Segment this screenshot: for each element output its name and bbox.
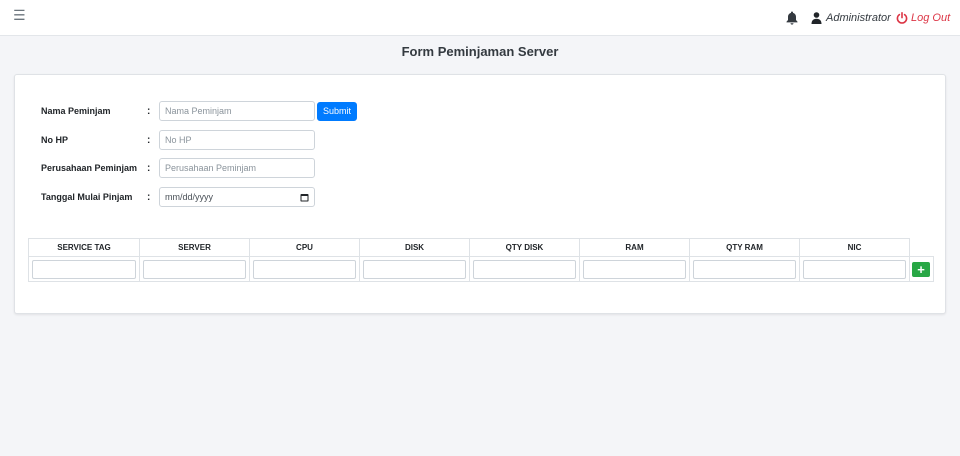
user-icon: [811, 12, 822, 24]
calendar-icon[interactable]: [300, 193, 309, 202]
cell-ram: [579, 256, 690, 282]
header-service-tag: SERVICE TAG: [28, 238, 140, 257]
qty-disk-input[interactable]: [473, 259, 576, 279]
tanggal-placeholder: mm/dd/yyyy: [165, 192, 214, 202]
top-navbar: ☰ Administrator Log Out: [0, 0, 960, 36]
user-menu[interactable]: Administrator: [811, 10, 891, 26]
cell-server: [139, 256, 250, 282]
nama-colon: :: [147, 105, 151, 117]
logout-label: Log Out: [911, 12, 951, 24]
bell-icon[interactable]: [786, 11, 798, 25]
cell-disk: [359, 256, 470, 282]
hp-row: No HP :: [41, 130, 315, 150]
header-nic: NIC: [799, 238, 910, 257]
nama-row: Nama Peminjam : Submit: [41, 101, 358, 121]
hamburger-menu-icon[interactable]: ☰: [13, 8, 26, 22]
table-header-row: SERVICE TAG SERVER CPU DISK QTY DISK RAM…: [28, 238, 934, 257]
cell-nic: [799, 256, 910, 282]
logout-link[interactable]: Log Out: [896, 10, 950, 26]
cell-qty-disk: [469, 256, 580, 282]
cell-qty-ram: [689, 256, 800, 282]
header-qty-ram: QTY RAM: [689, 238, 800, 257]
plus-icon: +: [917, 261, 925, 277]
header-action: [910, 239, 934, 257]
server-items-table: SERVICE TAG SERVER CPU DISK QTY DISK RAM…: [28, 238, 934, 282]
qty-ram-input[interactable]: [693, 259, 796, 279]
cell-service-tag: [28, 256, 140, 282]
tanggal-row: Tanggal Mulai Pinjam : mm/dd/yyyy: [41, 187, 315, 207]
cpu-input[interactable]: [253, 259, 356, 279]
perusahaan-colon: :: [147, 162, 151, 174]
add-row-button[interactable]: +: [912, 261, 930, 277]
header-disk: DISK: [359, 238, 470, 257]
tanggal-label: Tanggal Mulai Pinjam: [41, 192, 133, 202]
header-server: SERVER: [139, 238, 250, 257]
service-tag-input[interactable]: [32, 259, 136, 279]
hp-colon: :: [147, 134, 151, 146]
hp-input[interactable]: [159, 130, 315, 150]
tanggal-colon: :: [147, 191, 151, 203]
power-icon: [896, 12, 908, 24]
hp-label: No HP: [41, 135, 68, 145]
form-card: Nama Peminjam : Submit No HP : Perusahaa…: [14, 74, 946, 314]
ram-input[interactable]: [583, 259, 686, 279]
tanggal-date-input[interactable]: mm/dd/yyyy: [159, 187, 315, 207]
server-input[interactable]: [143, 259, 246, 279]
cell-action: +: [909, 256, 934, 282]
table-row: +: [28, 256, 934, 282]
perusahaan-input[interactable]: [159, 158, 315, 178]
header-qty-disk: QTY DISK: [469, 238, 580, 257]
nama-label: Nama Peminjam: [41, 106, 111, 116]
user-name: Administrator: [826, 12, 891, 24]
nic-input[interactable]: [803, 259, 906, 279]
submit-button[interactable]: Submit: [317, 101, 358, 121]
disk-input[interactable]: [363, 259, 466, 279]
perusahaan-label: Perusahaan Peminjam: [41, 163, 138, 173]
nama-input[interactable]: [159, 101, 315, 121]
page-title: Form Peminjaman Server: [401, 44, 559, 59]
header-ram: RAM: [579, 238, 690, 257]
perusahaan-row: Perusahaan Peminjam :: [41, 158, 315, 178]
header-cpu: CPU: [249, 238, 360, 257]
cell-cpu: [249, 256, 360, 282]
